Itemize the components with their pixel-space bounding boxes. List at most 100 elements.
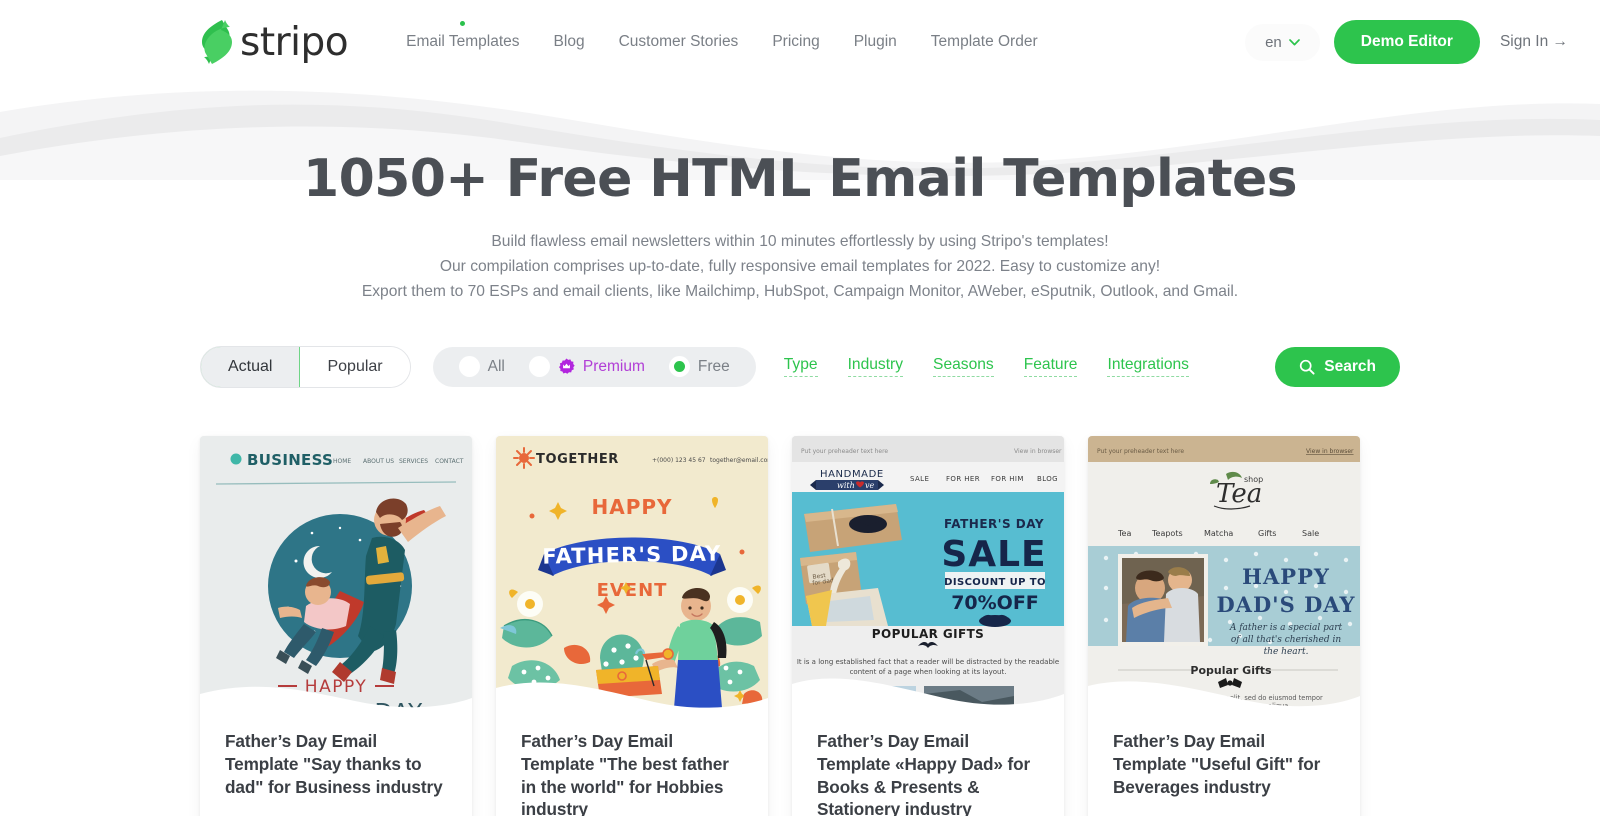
- svg-text:Matcha: Matcha: [1204, 529, 1233, 538]
- demo-editor-button[interactable]: Demo Editor: [1333, 20, 1480, 64]
- svg-text:Put your preheader text here: Put your preheader text here: [1097, 448, 1184, 455]
- svg-text:HAPPY: HAPPY: [591, 495, 672, 519]
- svg-text:+(000) 123 45 67: +(000) 123 45 67: [652, 457, 706, 464]
- radio-indicator-premium[interactable]: [528, 356, 550, 378]
- stripo-s-logo-icon: [202, 20, 232, 64]
- thumbnail-tea-shop-happy-dads-day: Put your preheader text here View in bro…: [1088, 435, 1360, 708]
- svg-text:FATHER'S DAY: FATHER'S DAY: [542, 541, 722, 568]
- search-button[interactable]: Search: [1275, 346, 1400, 387]
- svg-text:BLOG: BLOG: [1037, 475, 1058, 483]
- svg-text:70%OFF: 70%OFF: [951, 592, 1039, 614]
- price-filter-radio-group: All Premium Free: [432, 346, 756, 387]
- svg-text:with: with: [837, 481, 855, 490]
- svg-text:content of a page when looking: content of a page when looking at its la…: [850, 668, 1007, 676]
- thumbnail-handmade-fathers-day-sale: Put your preheader text here View in bro…: [792, 435, 1064, 708]
- sign-in-link[interactable]: Sign In →: [1494, 33, 1568, 51]
- template-card[interactable]: Put your preheader text here View in bro…: [1088, 435, 1360, 816]
- page-title: 1050+ Free HTML Email Templates: [302, 149, 1298, 209]
- svg-text:BUSINESS: BUSINESS: [247, 451, 333, 469]
- template-card-title: Father’s Day Email Template "The best fa…: [521, 730, 729, 816]
- radio-indicator-all[interactable]: [458, 356, 480, 378]
- logo[interactable]: stripo: [200, 19, 349, 65]
- radio-label-all: All: [487, 357, 505, 375]
- nav-item-blog[interactable]: Blog: [554, 29, 585, 55]
- thumbnail-together-fathers-day-event: TOGETHER +(000) 123 45 67 together@email…: [496, 435, 768, 708]
- svg-text:TOGETHER: TOGETHER: [536, 452, 619, 467]
- header-actions: en Demo Editor Sign In →: [1245, 20, 1568, 64]
- svg-text:POPULAR GIFTS: POPULAR GIFTS: [872, 627, 984, 641]
- svg-text:Tea: Tea: [1216, 479, 1262, 509]
- nav-item-pricing[interactable]: Pricing: [772, 29, 819, 55]
- logo-text: stripo: [240, 19, 349, 65]
- premium-crown-badge-icon: [558, 358, 575, 375]
- search-button-label: Search: [1324, 357, 1376, 375]
- svg-text:SERVICES: SERVICES: [399, 458, 428, 465]
- svg-text:DISCOUNT UP TO: DISCOUNT UP TO: [944, 577, 1046, 588]
- tab-popular[interactable]: Popular: [300, 346, 410, 387]
- template-thumbnail: Put your preheader text here View in bro…: [1088, 435, 1360, 708]
- filter-link-seasons[interactable]: Seasons: [933, 356, 994, 378]
- hero-subtitle: Build flawless email newsletters within …: [0, 229, 1600, 305]
- template-thumbnail: TOGETHER +(000) 123 45 67 together@email…: [496, 435, 768, 708]
- site-header: stripo Email Templates Blog Customer Sto…: [0, 0, 1600, 84]
- svg-text:View in browser: View in browser: [1014, 448, 1062, 455]
- language-value: en: [1265, 33, 1282, 51]
- radio-option-premium[interactable]: Premium: [517, 356, 657, 378]
- main-navigation: Email Templates Blog Customer Stories Pr…: [406, 21, 1038, 55]
- page-root: stripo Email Templates Blog Customer Sto…: [0, 0, 1600, 816]
- nav-item-customer-stories[interactable]: Customer Stories: [619, 29, 739, 55]
- thumbnail-business-superhero: BUSINESS HOME ABOUT US SERVICES CONTACT: [200, 435, 472, 708]
- magnifier-icon: [1300, 359, 1315, 375]
- svg-text:the heart.: the heart.: [1264, 647, 1309, 657]
- template-card[interactable]: TOGETHER +(000) 123 45 67 together@email…: [496, 435, 768, 816]
- svg-text:FOR HER: FOR HER: [946, 475, 980, 483]
- nav-label: Email Templates: [406, 33, 520, 50]
- filter-links: Type Industry Seasons Feature Integratio…: [783, 356, 1189, 378]
- filter-link-feature[interactable]: Feature: [1023, 356, 1078, 378]
- svg-text:FOR HIM: FOR HIM: [991, 475, 1024, 483]
- svg-text:Popular Gifts: Popular Gifts: [1190, 664, 1272, 677]
- svg-text:Tea: Tea: [1117, 529, 1131, 538]
- template-card[interactable]: Put your preheader text here View in bro…: [792, 435, 1064, 816]
- svg-text:EVENT: EVENT: [597, 580, 668, 601]
- radio-label-premium: Premium: [582, 357, 645, 375]
- template-card-title: Father’s Day Email Template "Say thanks …: [225, 730, 443, 797]
- template-thumbnail: BUSINESS HOME ABOUT US SERVICES CONTACT: [200, 435, 472, 708]
- svg-text:SALE: SALE: [910, 475, 929, 483]
- svg-text:View in browser: View in browser: [1306, 448, 1354, 455]
- radio-label-free: Free: [697, 357, 730, 375]
- hero-line-3: Export them to 70 ESPs and email clients…: [361, 283, 1239, 301]
- svg-text:CONTACT: CONTACT: [435, 458, 464, 465]
- filter-link-type[interactable]: Type: [783, 356, 818, 378]
- svg-text:DAD'S DAY: DAD'S DAY: [1216, 592, 1355, 617]
- nav-item-plugin[interactable]: Plugin: [854, 29, 897, 55]
- template-card-grid: BUSINESS HOME ABOUT US SERVICES CONTACT: [0, 435, 1600, 816]
- radio-option-all[interactable]: All: [447, 356, 517, 378]
- svg-text:SALE: SALE: [941, 534, 1046, 575]
- filter-link-industry[interactable]: Industry: [847, 356, 904, 378]
- nav-item-email-templates[interactable]: Email Templates: [406, 21, 520, 55]
- filter-link-integrations[interactable]: Integrations: [1107, 356, 1189, 378]
- chevron-down-icon: [1288, 38, 1300, 45]
- template-card[interactable]: BUSINESS HOME ABOUT US SERVICES CONTACT: [200, 435, 472, 816]
- template-thumbnail: Put your preheader text here View in bro…: [792, 435, 1064, 708]
- svg-text:HANDMADE: HANDMADE: [820, 469, 884, 480]
- svg-text:HAPPY: HAPPY: [1242, 564, 1330, 589]
- nav-item-template-order[interactable]: Template Order: [931, 29, 1038, 55]
- filter-bar: Actual Popular All Premium Free Type Ind…: [0, 345, 1600, 389]
- svg-text:together@email.com: together@email.com: [710, 457, 768, 464]
- radio-option-free[interactable]: Free: [657, 356, 742, 378]
- language-selector[interactable]: en: [1245, 23, 1320, 61]
- radio-indicator-free[interactable]: [668, 356, 690, 378]
- svg-text:Gifts: Gifts: [1258, 529, 1276, 538]
- svg-text:FATHER'S DAY: FATHER'S DAY: [944, 517, 1044, 531]
- svg-text:of all that's cherished in: of all that's cherished in: [1231, 635, 1342, 645]
- svg-text:ABOUT US: ABOUT US: [363, 458, 394, 465]
- template-card-title: Father’s Day Email Template "Useful Gift…: [1113, 730, 1321, 797]
- sort-segmented-control: Actual Popular: [200, 345, 411, 388]
- hero-line-1: Build flawless email newsletters within …: [491, 232, 1109, 250]
- template-card-title: Father’s Day Email Template «Happy Dad» …: [817, 730, 1031, 816]
- tab-actual[interactable]: Actual: [200, 346, 301, 387]
- svg-text:Sale: Sale: [1302, 529, 1319, 538]
- svg-text:ve: ve: [865, 481, 875, 490]
